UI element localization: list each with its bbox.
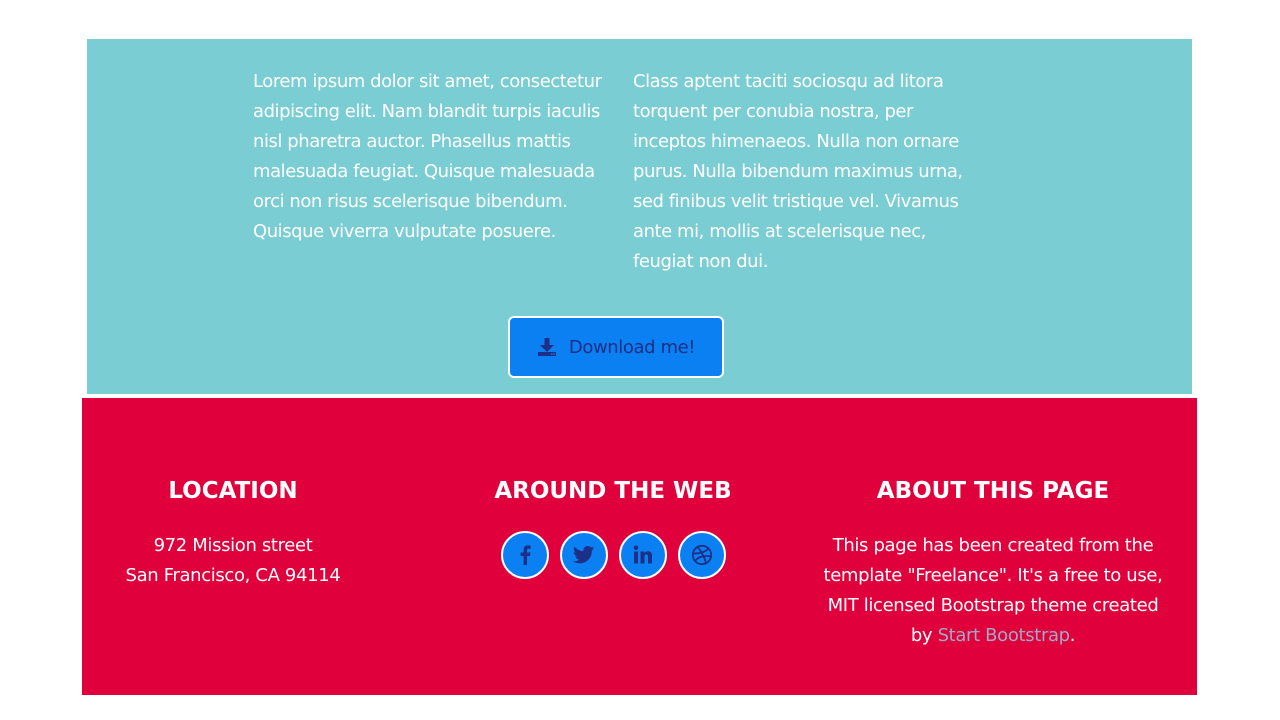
about-section: Lorem ipsum dolor sit amet, consectetur … <box>87 39 1192 394</box>
social-links <box>453 531 773 579</box>
about-paragraph-right: Class aptent taciti sociosqu ad litora t… <box>633 71 963 272</box>
twitter-icon <box>572 546 595 564</box>
address-line-1: 972 Mission street <box>153 535 313 556</box>
address-line-2: San Francisco, CA 94114 <box>125 565 341 586</box>
location-heading: LOCATION <box>168 478 298 504</box>
facebook-icon <box>519 545 531 565</box>
linkedin-button[interactable] <box>618 531 667 579</box>
footer: LOCATION 972 Mission street San Francisc… <box>82 398 1197 695</box>
footer-around-the-web: AROUND THE WEB <box>453 476 773 579</box>
download-button[interactable]: Download me! <box>508 316 724 378</box>
dribbble-icon <box>691 544 713 566</box>
about-this-page-heading: ABOUT THIS PAGE <box>876 478 1110 504</box>
footer-location: LOCATION 972 Mission street San Francisc… <box>82 476 384 591</box>
download-icon <box>537 337 557 357</box>
start-bootstrap-link[interactable]: Start Bootstrap <box>938 625 1071 646</box>
around-the-web-heading: AROUND THE WEB <box>494 478 732 504</box>
dribbble-button[interactable] <box>677 531 726 579</box>
about-paragraph-left: Lorem ipsum dolor sit amet, consectetur … <box>253 71 602 242</box>
about-text-period: . <box>1069 625 1076 646</box>
about-this-page-text: This page has been created from the temp… <box>818 531 1168 651</box>
footer-about-this-page: ABOUT THIS PAGE This page has been creat… <box>818 476 1168 651</box>
facebook-button[interactable] <box>500 531 549 579</box>
linkedin-icon <box>633 545 653 565</box>
twitter-button[interactable] <box>559 531 608 579</box>
location-address: 972 Mission street San Francisco, CA 941… <box>82 531 384 591</box>
download-button-label: Download me! <box>568 336 696 358</box>
